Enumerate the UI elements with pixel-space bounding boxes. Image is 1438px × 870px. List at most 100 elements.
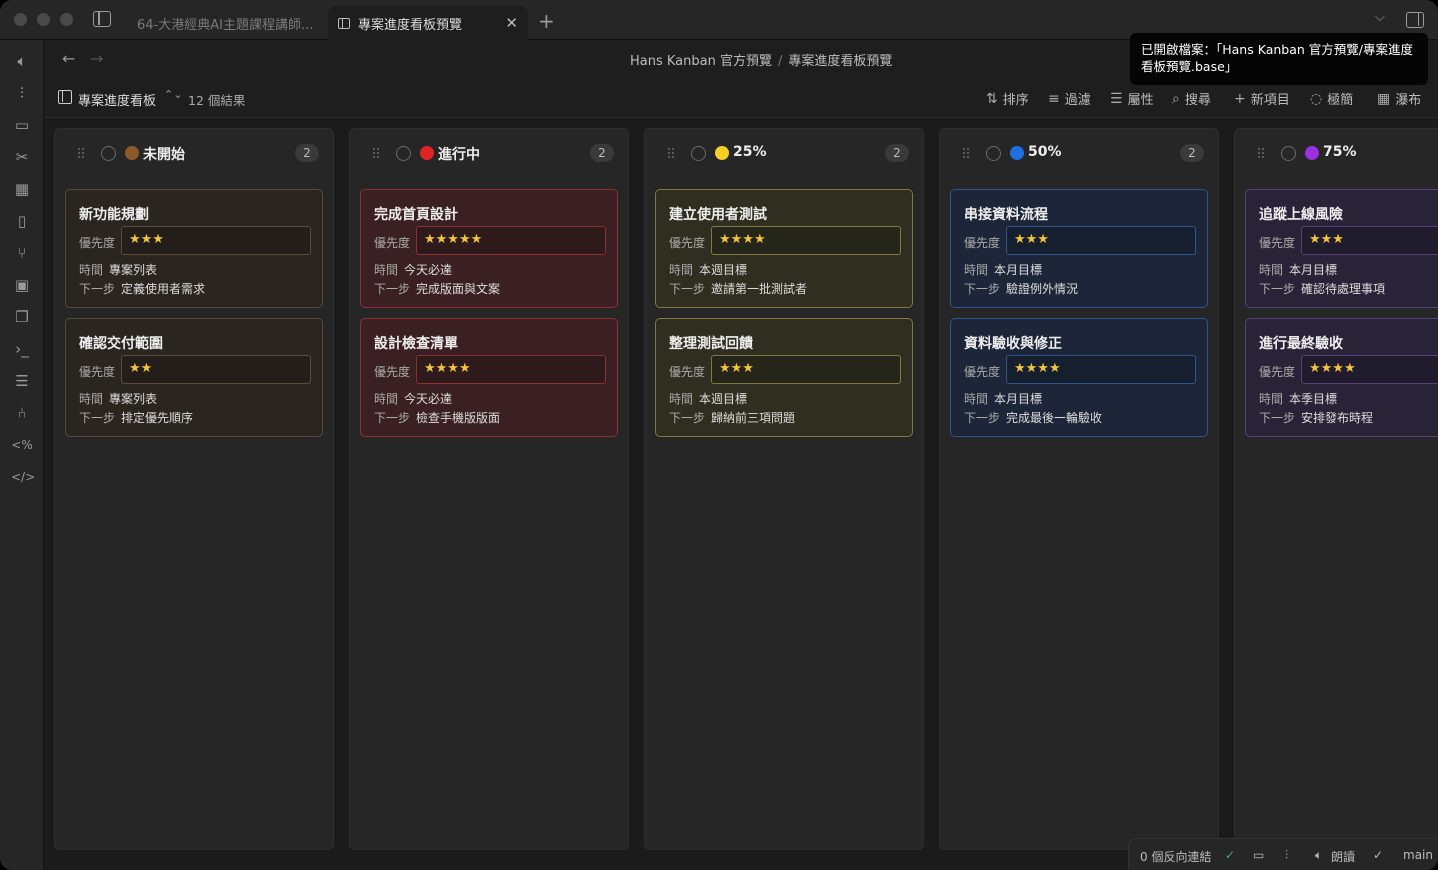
speaker-icon[interactable]: 🔈︎ — [11, 51, 33, 71]
column-header[interactable]: 未開始 2 — [55, 129, 335, 177]
sort-button[interactable]: ⇅ 排序 — [986, 89, 1029, 109]
priority-rating-field[interactable]: ★★★★ — [1006, 355, 1196, 384]
calendar-icon[interactable]: ▭ — [11, 115, 33, 135]
kanban-card[interactable]: 新功能規劃 優先度 ★★★ 時間 專案列表 下一步 定義使用者需求 — [65, 189, 323, 308]
priority-rating-field[interactable]: ★★ — [121, 355, 311, 384]
audio-wave-icon[interactable]: ⫶ — [11, 83, 33, 103]
properties-button[interactable]: ☰ 屬性 — [1110, 89, 1154, 109]
grid-icon[interactable]: ▣ — [11, 275, 33, 295]
code-icon[interactable]: </> — [11, 467, 35, 487]
sync-check-icon[interactable]: ✓ — [1225, 848, 1235, 862]
board-column: 25% 2 建立使用者測試 優先度 ★★★★ 時間 本週目標 下一步 邀請第一批… — [644, 128, 924, 850]
kanban-card[interactable]: 確認交付範圍 優先度 ★★ 時間 專案列表 下一步 排定優先順序 — [65, 318, 323, 437]
eye-off-icon: ◌ — [1310, 90, 1323, 107]
column-select-checkbox[interactable] — [396, 146, 411, 161]
priority-rating-field[interactable]: ★★★ — [711, 355, 901, 384]
read-aloud-icon[interactable]: 🔈︎ — [1315, 848, 1322, 863]
drag-handle-icon[interactable] — [77, 147, 85, 159]
breadcrumb-file[interactable]: 專案進度看板預覽 — [788, 54, 892, 69]
kanban-card[interactable]: 整理測試回饋 優先度 ★★★ 時間 本週目標 下一步 歸納前三項問題 — [655, 318, 913, 437]
next-step-label: 下一步 — [79, 411, 116, 425]
column-select-checkbox[interactable] — [101, 146, 116, 161]
view-chevron-icon[interactable]: ⌃⌄ — [164, 88, 182, 101]
priority-rating-field[interactable]: ★★★★★ — [416, 226, 606, 255]
minimal-button[interactable]: ◌ 極簡 — [1310, 89, 1353, 109]
tools-icon[interactable]: ✂ — [11, 147, 33, 167]
read-aloud-label[interactable]: 朗讀 — [1331, 848, 1355, 865]
card-title[interactable]: 建立使用者測試 — [669, 204, 767, 224]
next-step-label: 下一步 — [79, 282, 116, 296]
priority-rating-field[interactable]: ★★★ — [121, 226, 311, 255]
kanban-card[interactable]: 資料驗收與修正 優先度 ★★★★ 時間 本月目標 下一步 完成最後一輪驗收 — [950, 318, 1208, 437]
kanban-card[interactable]: 設計檢查清單 優先度 ★★★★ 時間 今天必達 下一步 檢查手機版版面 — [360, 318, 618, 437]
time-value: 專案列表 — [109, 392, 158, 406]
priority-rating-field[interactable]: ★★★★ — [711, 226, 901, 255]
column-select-checkbox[interactable] — [986, 146, 1001, 161]
column-select-checkbox[interactable] — [1281, 146, 1296, 161]
check-icon[interactable]: ✓ — [1373, 848, 1383, 862]
git-branch-label[interactable]: main — [1403, 848, 1433, 862]
kanban-card[interactable]: 建立使用者測試 優先度 ★★★★ 時間 本週目標 下一步 邀請第一批測試者 — [655, 189, 913, 308]
card-title[interactable]: 設計檢查清單 — [374, 333, 458, 353]
kanban-card[interactable]: 進行最終驗收 優先度 ★★★★ 時間 本季目標 下一步 安排發布時程 — [1245, 318, 1438, 437]
percent-code-icon[interactable]: <% — [11, 435, 33, 455]
kanban-card[interactable]: 追蹤上線風險 優先度 ★★★ 時間 本月目標 下一步 確認待處理事項 — [1245, 189, 1438, 308]
priority-rating-field[interactable]: ★★★ — [1301, 226, 1438, 255]
new-item-button[interactable]: + 新項目 — [1234, 89, 1290, 109]
priority-rating-field[interactable]: ★★★★ — [416, 355, 606, 384]
card-title[interactable]: 追蹤上線風險 — [1259, 204, 1343, 224]
card-title[interactable]: 新功能規劃 — [79, 204, 149, 224]
card-title[interactable]: 確認交付範圍 — [79, 333, 163, 353]
drag-handle-icon[interactable] — [1257, 147, 1265, 159]
graph-icon[interactable]: ⑂ — [11, 243, 33, 263]
card-title[interactable]: 串接資料流程 — [964, 204, 1048, 224]
minimize-window-button[interactable] — [37, 13, 50, 26]
backlinks-count[interactable]: 0 個反向連結 — [1140, 848, 1211, 865]
priority-rating-field[interactable]: ★★★ — [1006, 226, 1196, 255]
new-tab-icon[interactable]: + — [538, 9, 555, 33]
card-title[interactable]: 整理測試回饋 — [669, 333, 753, 353]
drag-handle-icon[interactable] — [962, 147, 970, 159]
back-arrow-icon[interactable]: ← — [62, 49, 75, 68]
column-select-checkbox[interactable] — [691, 146, 706, 161]
card-title[interactable]: 完成首頁設計 — [374, 204, 458, 224]
board-column: 進行中 2 完成首頁設計 優先度 ★★★★★ 時間 今天必達 下一步 完成版面與… — [349, 128, 629, 850]
card-title[interactable]: 資料驗收與修正 — [964, 333, 1062, 353]
copy-icon[interactable]: ❐ — [11, 307, 33, 327]
forward-arrow-icon[interactable]: → — [90, 49, 103, 68]
column-header[interactable]: 50% 2 — [940, 129, 1220, 177]
filter-button[interactable]: ≡ 過濾 — [1048, 89, 1091, 109]
file-search-icon[interactable]: ▯ — [11, 211, 33, 231]
card-title[interactable]: 進行最終驗收 — [1259, 333, 1343, 353]
breadcrumb-folder[interactable]: Hans Kanban 官方預覽 — [630, 54, 772, 69]
tab-course[interactable]: 64-大港經典AI主題課程講師... — [127, 6, 327, 40]
git-branch-icon[interactable]: ⑃ — [11, 403, 33, 423]
right-sidebar-toggle-icon[interactable] — [1406, 12, 1424, 28]
waterfall-button[interactable]: ▦ 瀑布 — [1377, 89, 1421, 109]
table-icon[interactable]: ▦ — [11, 179, 33, 199]
view-selector[interactable]: 專案進度看板 — [78, 90, 156, 109]
tab-kanban-preview[interactable]: 專案進度看板預覽 ✕ — [328, 6, 528, 40]
folder-check-icon[interactable]: ▭ — [1253, 848, 1264, 862]
list-icon[interactable]: ☰ — [11, 371, 33, 391]
column-header[interactable]: 25% 2 — [645, 129, 925, 177]
search-button[interactable]: ⌕ 搜尋 — [1172, 89, 1211, 109]
close-tab-icon[interactable]: ✕ — [505, 14, 518, 32]
tab-list-chevron-icon[interactable]: ⌵ — [1375, 10, 1385, 25]
column-header[interactable]: 75% 2 — [1235, 129, 1438, 177]
grid-layout-icon: ▦ — [1377, 90, 1391, 107]
priority-label: 優先度 — [1259, 365, 1296, 379]
sidebar-toggle-icon[interactable] — [93, 11, 111, 27]
maximize-window-button[interactable] — [60, 13, 73, 26]
terminal-icon[interactable]: ›_ — [11, 339, 33, 359]
next-step-label: 下一步 — [669, 411, 706, 425]
kanban-card[interactable]: 完成首頁設計 優先度 ★★★★★ 時間 今天必達 下一步 完成版面與文案 — [360, 189, 618, 308]
audio-wave-icon[interactable]: ⫶ — [1285, 848, 1288, 863]
kanban-card[interactable]: 串接資料流程 優先度 ★★★ 時間 本月目標 下一步 驗證例外情況 — [950, 189, 1208, 308]
board-column: 50% 2 串接資料流程 優先度 ★★★ 時間 本月目標 下一步 驗證例外情況 … — [939, 128, 1219, 850]
column-header[interactable]: 進行中 2 — [350, 129, 630, 177]
drag-handle-icon[interactable] — [372, 147, 380, 159]
close-window-button[interactable] — [14, 13, 27, 26]
priority-rating-field[interactable]: ★★★★ — [1301, 355, 1438, 384]
drag-handle-icon[interactable] — [667, 147, 675, 159]
